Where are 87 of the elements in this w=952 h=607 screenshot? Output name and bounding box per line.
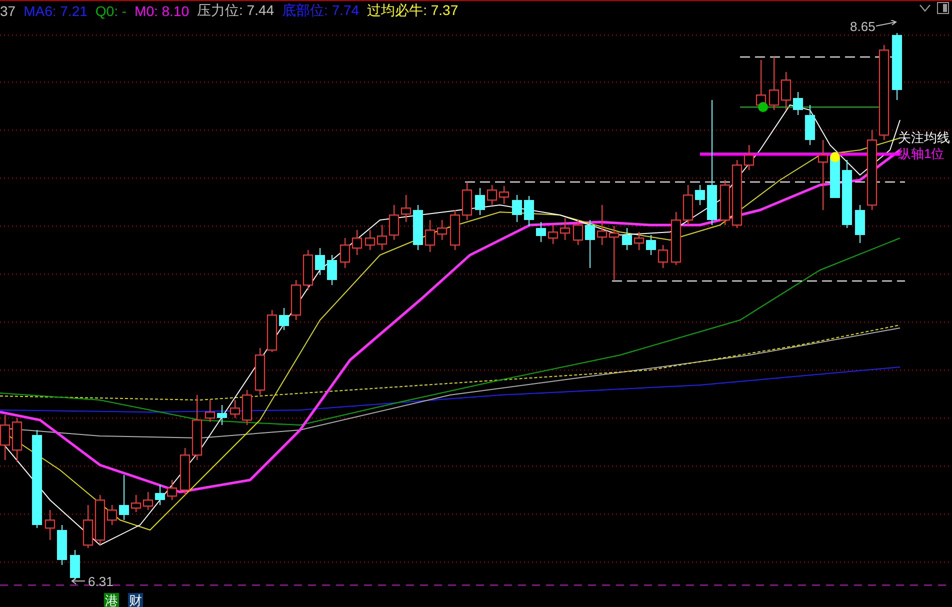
tag-badge[interactable]: 港 (104, 593, 119, 607)
candle (217, 404, 227, 426)
candle (597, 204, 607, 246)
candle (609, 226, 619, 280)
candle (230, 400, 240, 418)
indicator-value: 压力位: 7.44 (197, 2, 274, 20)
candle (548, 224, 558, 244)
candle (267, 310, 277, 352)
candle (437, 220, 447, 240)
indicator-value: Q0: - (95, 2, 127, 18)
candle (634, 232, 644, 250)
indicator-value: MA6: 7.21 (24, 2, 88, 18)
candle (107, 504, 117, 526)
arrow-icon (876, 20, 898, 26)
candle (377, 224, 387, 250)
candle (45, 510, 55, 540)
candle (389, 204, 399, 240)
candle (622, 228, 632, 250)
candle (401, 194, 411, 222)
candle (242, 390, 252, 426)
tag-badge[interactable]: 财 (128, 593, 143, 607)
candle (499, 186, 509, 204)
candle (536, 222, 546, 242)
candle (167, 480, 177, 500)
low-price-label: 6.31 (88, 574, 114, 589)
indicator-value: M0: 8.10 (134, 2, 190, 18)
candle (450, 210, 460, 250)
arrow-icon (71, 578, 86, 584)
candle (180, 448, 190, 496)
candle (781, 72, 791, 110)
candle (352, 230, 362, 256)
candle (413, 204, 423, 250)
candle (462, 182, 472, 220)
candle (695, 184, 705, 206)
candle (720, 180, 730, 226)
candle (658, 244, 668, 268)
candle (279, 308, 289, 330)
candle (0, 414, 10, 460)
candle (303, 250, 313, 290)
candle (585, 220, 595, 268)
candle (842, 160, 852, 228)
candle (487, 184, 497, 206)
candle (475, 188, 485, 216)
candle (119, 474, 129, 520)
signal-dot (758, 102, 768, 112)
candle (830, 158, 840, 198)
chevron-down-icon[interactable] (919, 4, 931, 12)
candle (255, 348, 265, 396)
indicator-value: 底部位: 7.74 (282, 2, 360, 20)
candle (573, 220, 583, 246)
candle (327, 254, 337, 286)
candle (291, 280, 301, 320)
candle (365, 230, 375, 250)
indicator-value: 37 (0, 2, 16, 18)
candle (192, 394, 202, 460)
candle (155, 484, 165, 506)
candle (70, 550, 80, 580)
candle (524, 196, 534, 226)
candle (512, 194, 522, 222)
candle (83, 504, 93, 548)
candle (315, 248, 325, 276)
candle (744, 144, 754, 170)
candle (12, 418, 22, 462)
annotation-text: 关注均线 (898, 130, 950, 145)
candle (425, 220, 435, 252)
high-price-label: 8.65 (850, 20, 876, 34)
candle (671, 212, 681, 266)
signal-dot (830, 152, 840, 162)
candle (683, 184, 693, 226)
candle (793, 92, 803, 116)
candle (95, 494, 105, 546)
candle (805, 104, 815, 146)
candle (892, 32, 902, 100)
annotation-text: 纵轴1位 (898, 146, 944, 161)
indicator-value: 过均必牛: 7.37 (367, 2, 458, 20)
candle (205, 400, 215, 422)
candle (732, 160, 742, 228)
candle (57, 524, 67, 566)
candle (769, 56, 779, 110)
candle (855, 204, 865, 244)
candle (131, 494, 141, 512)
candle (340, 238, 350, 268)
candle (143, 492, 153, 510)
window-icon[interactable] (937, 2, 949, 14)
candle (560, 218, 570, 240)
candle (818, 140, 828, 210)
candle (646, 234, 656, 256)
